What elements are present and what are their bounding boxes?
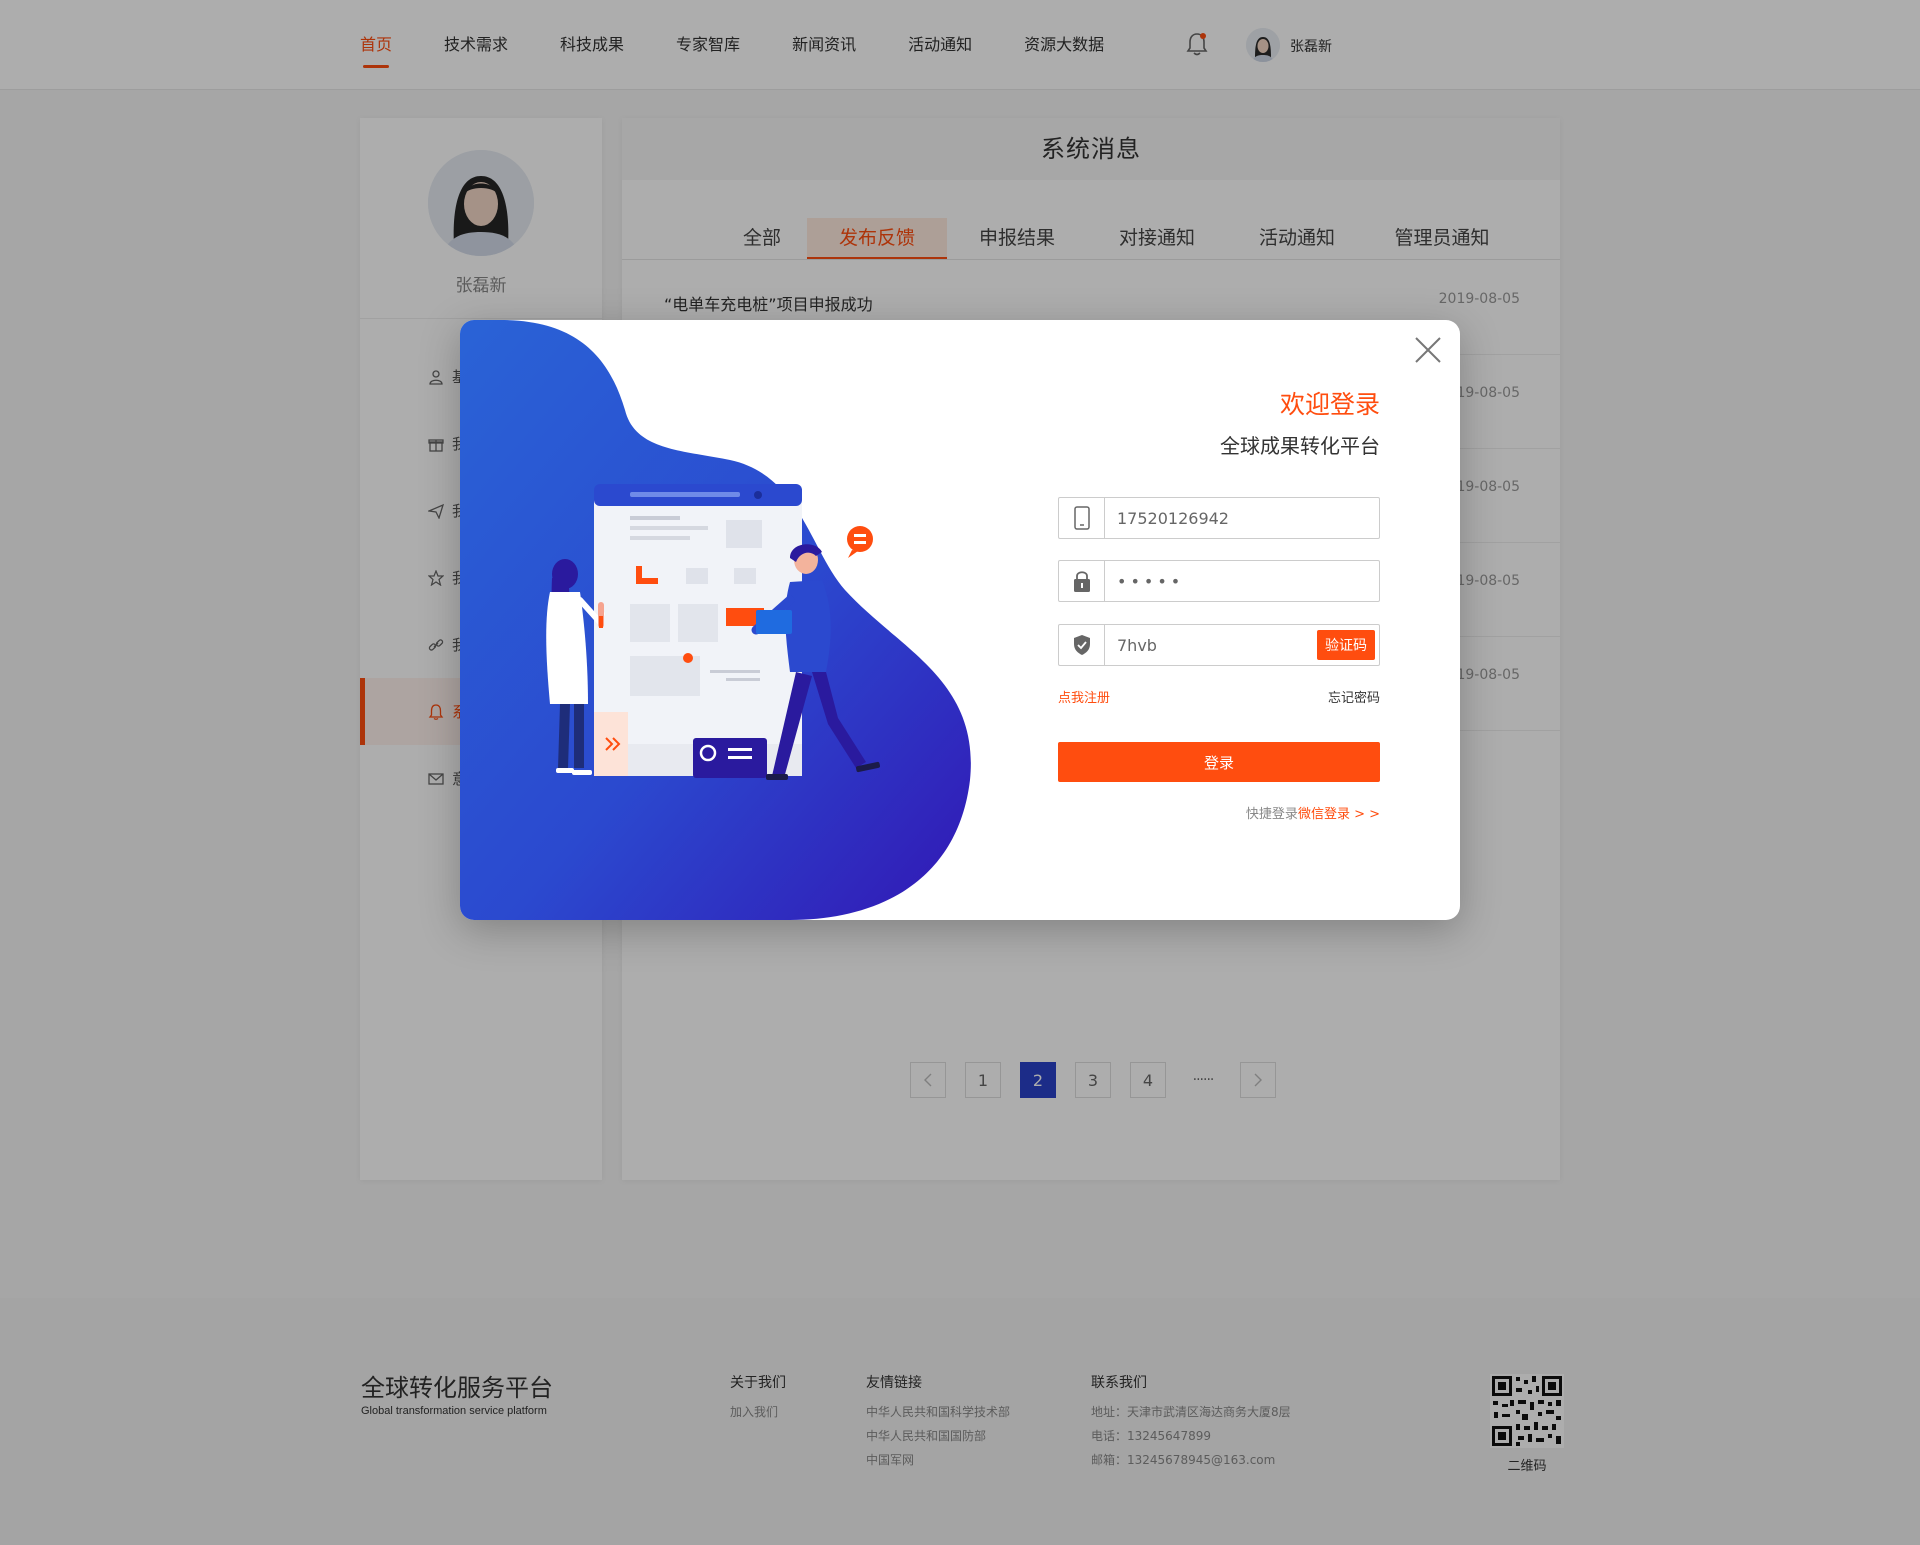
platform-subtitle: 全球成果转化平台 bbox=[1220, 434, 1380, 458]
lock-icon bbox=[1059, 561, 1105, 601]
login-button[interactable]: 登录 bbox=[1058, 742, 1380, 782]
shield-icon bbox=[1059, 625, 1105, 665]
phone-icon bbox=[1059, 498, 1105, 538]
quick-login-label: 快捷登录 bbox=[1245, 807, 1298, 822]
get-code-button[interactable]: 验证码 bbox=[1317, 630, 1375, 660]
captcha-field[interactable]: 验证码 bbox=[1058, 624, 1380, 666]
wechat-login-link[interactable]: 微信登录 > > bbox=[1298, 807, 1380, 822]
welcome-title: 欢迎登录 bbox=[1279, 390, 1380, 419]
phone-field[interactable] bbox=[1058, 497, 1380, 539]
phone-input[interactable] bbox=[1117, 498, 1317, 538]
close-icon[interactable] bbox=[1412, 334, 1444, 366]
forgot-password-link[interactable]: 忘记密码 bbox=[1328, 687, 1380, 706]
password-input[interactable] bbox=[1117, 561, 1317, 601]
login-illustration bbox=[460, 320, 971, 920]
login-modal: 欢迎登录 全球成果转化平台 验证码 点我注册 忘记密码 登录 快捷登录微信登录 … bbox=[460, 320, 1460, 920]
register-link[interactable]: 点我注册 bbox=[1058, 687, 1110, 706]
quick-login: 快捷登录微信登录 > > bbox=[1246, 803, 1380, 822]
password-field[interactable] bbox=[1058, 560, 1380, 602]
captcha-input[interactable] bbox=[1117, 625, 1317, 665]
